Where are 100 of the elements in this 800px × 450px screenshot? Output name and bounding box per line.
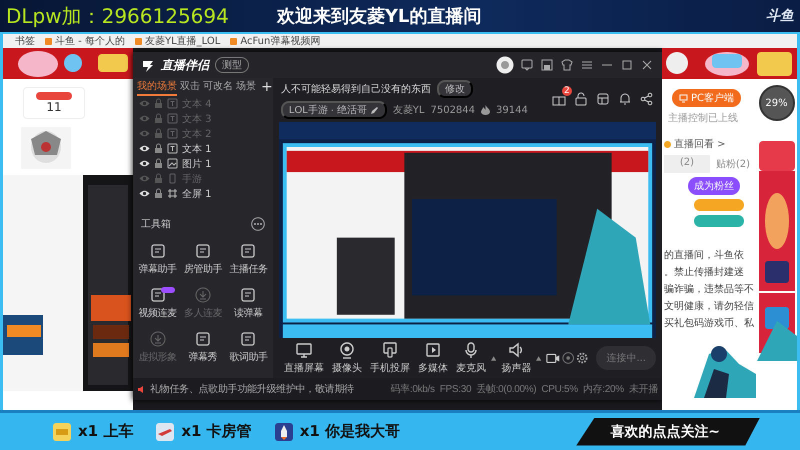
tool-item[interactable]: 弹幕助手: [135, 237, 180, 281]
bookmark[interactable]: AcFun弹幕视频网: [230, 34, 320, 48]
version-badge[interactable]: 测型: [215, 57, 249, 73]
image-icon: [167, 158, 178, 169]
app-title: 直播伴侣: [161, 56, 209, 74]
lock-icon[interactable]: [154, 143, 163, 154]
status-text: 码率:0kb/s: [390, 382, 435, 396]
tool-item[interactable]: 房管助手: [180, 237, 226, 281]
bookmark[interactable]: 斗鱼 - 每个人的: [45, 34, 125, 48]
notice-line: 的直播间，斗鱼依: [664, 249, 744, 262]
bookmark[interactable]: 友菱YL直播_LOL: [134, 34, 220, 48]
status-text: CPU:5%: [541, 384, 578, 394]
lock-icon[interactable]: [154, 158, 163, 169]
tool-item[interactable]: 主播任务: [226, 237, 271, 281]
close-icon[interactable]: [640, 58, 654, 72]
tool-item[interactable]: 歌词助手: [226, 325, 271, 369]
edit-button[interactable]: 修改: [437, 80, 473, 98]
status-text: 未开播: [628, 382, 658, 396]
source-item[interactable]: 文本 1: [182, 142, 212, 156]
layout-icon[interactable]: [596, 92, 610, 106]
scene-tab[interactable]: 场景: [236, 78, 256, 96]
tool-icon: [194, 242, 211, 258]
download-icon: [150, 330, 166, 346]
text-icon: [167, 98, 178, 109]
scene-tab[interactable]: 双击: [180, 78, 200, 96]
download-icon: [194, 286, 211, 302]
logo-icon: [141, 58, 155, 72]
level-badge: [694, 215, 744, 227]
stream-title: 人不可能轻易得到自己没有的东西: [281, 82, 431, 96]
fire-icon: [481, 105, 490, 115]
lock-icon[interactable]: [154, 188, 163, 199]
notice-line: 骗诈骗，违禁品等不: [664, 283, 754, 296]
source-item[interactable]: 图片 1: [182, 156, 212, 170]
client-note: 主播控制已上线: [668, 112, 738, 125]
pencil-icon: [370, 106, 379, 114]
monitor-icon: [295, 341, 313, 359]
contact-text: DLpw加：2966125694: [6, 2, 229, 30]
rocket-icon: [274, 422, 294, 442]
control-button[interactable]: 摄像头: [329, 341, 365, 375]
bell-icon[interactable]: [618, 92, 632, 106]
gift-text: x1 你是我大哥: [300, 422, 400, 441]
control-button[interactable]: 直播屏幕: [281, 341, 327, 375]
plane-icon: [155, 422, 176, 442]
webcam-icon: [338, 341, 356, 359]
status-text: FPS:30: [440, 384, 472, 394]
control-button[interactable]: 多媒体: [415, 341, 451, 375]
ticket-icon: [52, 422, 72, 442]
status-text: 丢帧:0(0.00%): [476, 382, 536, 396]
more-icon[interactable]: [251, 217, 265, 231]
bookmark[interactable]: 书签: [15, 34, 35, 48]
shirt-icon[interactable]: [560, 58, 574, 72]
fan-button[interactable]: 成为粉丝: [688, 177, 740, 195]
points-value: 11: [46, 100, 62, 114]
record-icon[interactable]: [546, 351, 560, 365]
avatar-icon[interactable]: [496, 56, 514, 74]
tool-icon: [240, 286, 256, 302]
page-tab[interactable]: 贴粉(2): [710, 155, 756, 173]
status-pill: [36, 92, 72, 100]
category-button[interactable]: LOL手游 · 绝活哥: [281, 101, 387, 119]
popularity-count: 39144: [496, 104, 528, 116]
tool-item[interactable]: 读弹幕: [226, 281, 271, 325]
save-icon[interactable]: [540, 58, 554, 72]
unlock-icon[interactable]: [574, 92, 588, 106]
scene-tab[interactable]: 我的场景: [137, 78, 177, 96]
scene-tab[interactable]: 可改名: [203, 78, 233, 96]
caret-icon[interactable]: [491, 356, 496, 360]
maximize-icon[interactable]: [620, 58, 634, 72]
follow-banner: 喜欢的点点关注~: [576, 418, 760, 446]
notification-badge: 2: [562, 86, 572, 96]
share-icon[interactable]: [640, 92, 654, 106]
control-button[interactable]: 扬声器: [498, 341, 534, 375]
control-button[interactable]: 麦克风: [453, 341, 489, 375]
tool-item[interactable]: 视频连麦: [135, 281, 180, 325]
notice-line: 文明健康，请勿轻信: [664, 300, 754, 313]
play-icon: [424, 341, 442, 359]
notice-message: 礼物任务、点歌助手功能升级维护中，敬请期待: [150, 382, 354, 396]
toolbox-title: 工具箱: [141, 218, 171, 231]
text-icon: [167, 143, 178, 154]
speaker-icon: [137, 384, 146, 394]
add-button[interactable]: +: [259, 79, 273, 95]
tool-icon: [240, 242, 256, 258]
screen-icon: [167, 188, 178, 199]
network-meter: 29%: [758, 85, 794, 121]
settings-icon[interactable]: [576, 351, 588, 365]
room-number: 7502844: [430, 104, 476, 116]
text-icon: [167, 128, 178, 139]
status-text: 内存:20%: [582, 382, 624, 396]
gift-text: x1 上车: [78, 422, 134, 441]
phone-icon: [167, 173, 178, 184]
tool-item[interactable]: 弹幕秀: [180, 325, 226, 369]
control-button[interactable]: 手机投屏: [367, 341, 413, 375]
welcome-title: 欢迎来到友菱YL的直播间: [276, 5, 482, 28]
replay-link[interactable]: 直播回看 >: [664, 137, 726, 151]
source-item[interactable]: 全屏 1: [182, 186, 212, 200]
caret-icon[interactable]: [536, 356, 542, 360]
streamer-name: 友菱YL: [392, 104, 424, 117]
message-icon[interactable]: [520, 58, 534, 72]
phone-icon: [381, 341, 399, 359]
new-badge: [161, 287, 175, 293]
text-icon: [167, 113, 178, 124]
